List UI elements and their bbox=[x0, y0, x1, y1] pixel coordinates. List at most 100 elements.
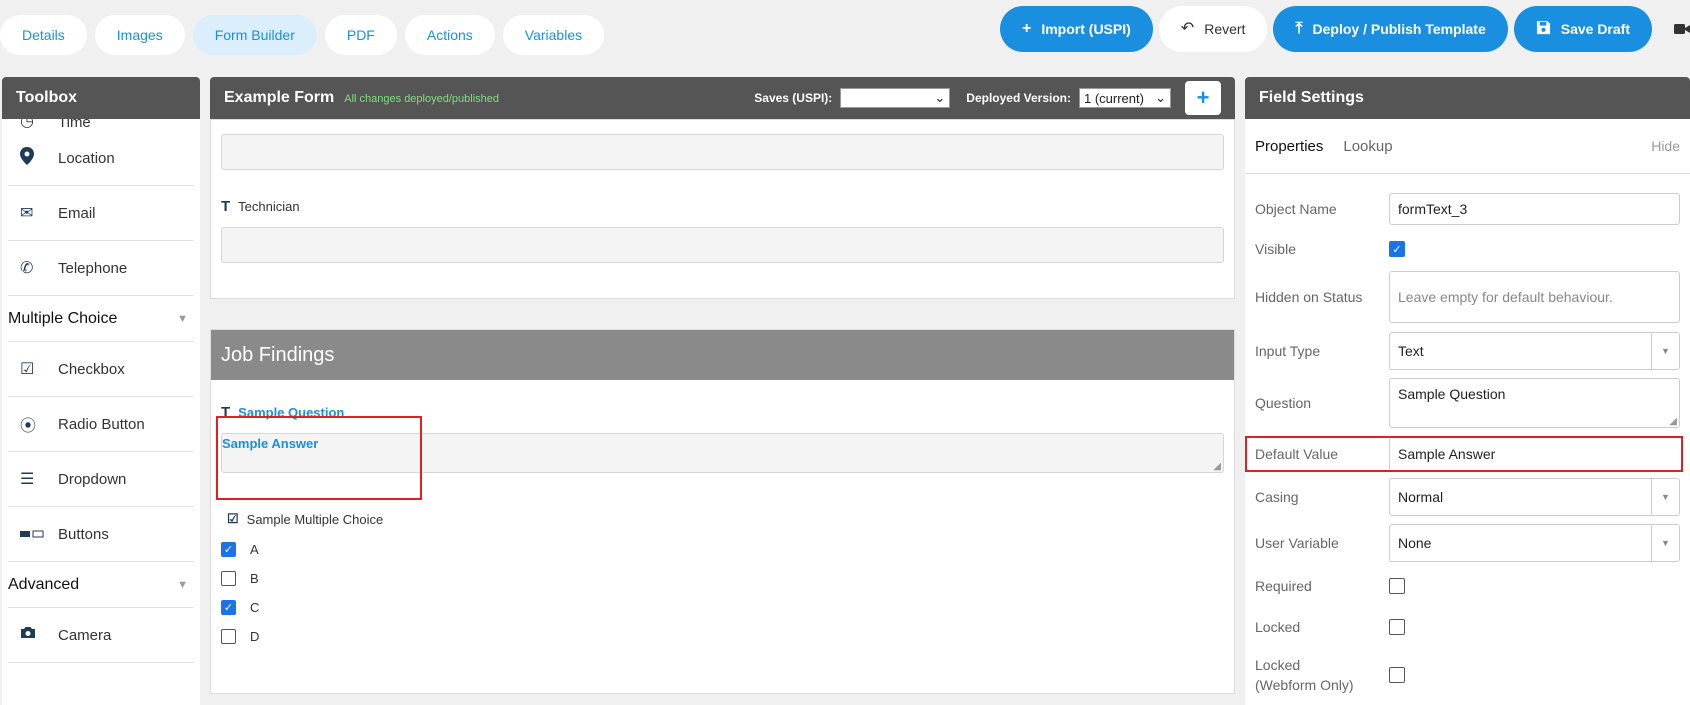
technician-label-text: Technician bbox=[238, 199, 300, 214]
group-label: Multiple Choice bbox=[8, 309, 118, 327]
field-settings-panel: Field Settings Properties Lookup Hide Ob… bbox=[1245, 77, 1690, 705]
object-name-row: Object Name formText_3 bbox=[1245, 187, 1690, 230]
visible-checkbox[interactable]: ✓ bbox=[1389, 241, 1405, 257]
deploy-button[interactable]: ⤒ Deploy / Publish Template bbox=[1273, 6, 1508, 52]
section-title: Job Findings bbox=[211, 330, 1234, 380]
user-variable-select[interactable]: None ▼ bbox=[1389, 524, 1680, 562]
section-body: T Sample Question Sample Answer ◢ ☑ Samp… bbox=[211, 404, 1234, 651]
hidden-status-input[interactable]: Leave empty for default behaviour. bbox=[1389, 271, 1680, 323]
camera-icon[interactable] bbox=[1658, 6, 1690, 52]
tab-variables[interactable]: Variables bbox=[502, 15, 605, 55]
form-header: Example Form All changes deployed/publis… bbox=[210, 77, 1235, 119]
form-section-top: T Technician bbox=[210, 119, 1235, 299]
option-checkbox[interactable] bbox=[221, 629, 236, 644]
option-row[interactable]: ✓ C bbox=[221, 593, 1224, 622]
chevron-down-icon: ⌄ bbox=[1155, 90, 1166, 105]
saves-select[interactable]: ⌄ bbox=[840, 88, 951, 108]
visible-row: Visible ✓ bbox=[1245, 230, 1690, 268]
default-value-row: Default Value Sample Answer bbox=[1245, 436, 1683, 472]
toolbox-item-radio-button[interactable]: ⦿ Radio Button bbox=[8, 397, 194, 452]
settings-title: Field Settings bbox=[1259, 89, 1364, 106]
top-actions: + Import (USPI) ↶ Revert ⤒ Deploy / Publ… bbox=[1000, 6, 1690, 52]
option-row[interactable]: D bbox=[221, 622, 1224, 651]
deploy-label: Deploy / Publish Template bbox=[1312, 21, 1486, 37]
input-type-row: Input Type Text ▼ bbox=[1245, 330, 1690, 372]
toolbox-item-location[interactable]: Location bbox=[8, 131, 194, 186]
import-button[interactable]: + Import (USPI) bbox=[1000, 6, 1153, 52]
import-label: Import (USPI) bbox=[1041, 21, 1131, 37]
object-name-label: Object Name bbox=[1255, 200, 1337, 217]
resize-handle-icon[interactable]: ◢ bbox=[1669, 416, 1677, 427]
casing-select[interactable]: Normal ▼ bbox=[1389, 478, 1680, 516]
toolbox-item-time[interactable]: ◷ Time bbox=[8, 119, 194, 131]
toolbox-item-label: Time bbox=[58, 119, 91, 131]
option-label: D bbox=[250, 629, 260, 644]
question-label: Question bbox=[1255, 395, 1312, 411]
job-findings-section: Job Findings T Sample Question Sample An… bbox=[210, 329, 1235, 694]
add-version-button[interactable]: + bbox=[1185, 81, 1221, 115]
required-label: Required bbox=[1255, 578, 1312, 594]
toolbox-list: ◷ Time Location ✉ Email ✆ Telephone Mult… bbox=[2, 119, 200, 663]
map-pin-icon bbox=[8, 146, 58, 170]
locked-checkbox[interactable] bbox=[1389, 619, 1405, 635]
option-row[interactable]: B bbox=[221, 564, 1224, 593]
tab-actions[interactable]: Actions bbox=[404, 15, 495, 55]
tab-properties[interactable]: Properties bbox=[1255, 138, 1323, 155]
chevron-down-icon: ⌄ bbox=[934, 90, 946, 105]
deployed-value: 1 (current) bbox=[1084, 90, 1144, 106]
toolbox-item-label: Location bbox=[58, 149, 115, 167]
text-field-input[interactable] bbox=[221, 134, 1224, 170]
input-type-select[interactable]: Text ▼ bbox=[1389, 332, 1680, 370]
option-checkbox[interactable]: ✓ bbox=[221, 542, 236, 557]
toolbox-item-email[interactable]: ✉ Email bbox=[8, 186, 194, 241]
caret-down-icon: ▼ bbox=[177, 312, 188, 325]
buttons-icon bbox=[8, 525, 58, 543]
tab-lookup[interactable]: Lookup bbox=[1343, 138, 1392, 155]
resize-handle-icon[interactable]: ◢ bbox=[1213, 461, 1221, 472]
tab-images[interactable]: Images bbox=[94, 15, 185, 55]
text-type-icon: T bbox=[221, 198, 231, 215]
user-variable-row: User Variable None ▼ bbox=[1245, 522, 1690, 564]
deploy-status: All changes deployed/published bbox=[344, 93, 499, 105]
technician-input[interactable] bbox=[221, 227, 1224, 263]
toolbox-item-checkbox[interactable]: ☑ Checkbox bbox=[8, 342, 194, 397]
locked-webform-checkbox[interactable] bbox=[1389, 667, 1405, 683]
revert-button[interactable]: ↶ Revert bbox=[1158, 6, 1268, 52]
toolbox-title: Toolbox bbox=[16, 89, 78, 106]
toolbox-group-advanced[interactable]: Advanced ▼ bbox=[8, 562, 194, 608]
option-checkbox[interactable]: ✓ bbox=[221, 600, 236, 615]
group-label: Advanced bbox=[8, 575, 80, 593]
tab-pdf[interactable]: PDF bbox=[324, 15, 397, 55]
question-row: Question Sample Question ◢ bbox=[1245, 378, 1690, 428]
option-row[interactable]: ✓ A bbox=[221, 535, 1224, 564]
tab-details[interactable]: Details bbox=[0, 15, 87, 55]
selected-field-highlight bbox=[216, 416, 422, 500]
toolbox-item-buttons[interactable]: Buttons bbox=[8, 507, 194, 562]
casing-value: Normal bbox=[1398, 489, 1444, 505]
toolbox-group-multiple-choice[interactable]: Multiple Choice ▼ bbox=[8, 296, 194, 342]
question-textarea[interactable]: Sample Question ◢ bbox=[1389, 378, 1680, 428]
toolbox-item-camera[interactable]: Camera bbox=[8, 608, 194, 663]
object-name-input[interactable]: formText_3 bbox=[1389, 192, 1680, 225]
toolbox-item-label: Telephone bbox=[58, 259, 128, 277]
default-value-input[interactable]: Sample Answer bbox=[1389, 439, 1681, 469]
tab-form-builder[interactable]: Form Builder bbox=[192, 15, 317, 55]
form-title: Example Form bbox=[224, 89, 335, 106]
toolbox-item-label: Buttons bbox=[58, 525, 109, 543]
hide-button[interactable]: Hide bbox=[1651, 138, 1680, 154]
settings-tabs: Properties Lookup Hide bbox=[1245, 119, 1690, 174]
option-label: A bbox=[250, 542, 259, 557]
clock-icon: ◷ bbox=[20, 119, 34, 130]
toolbox-item-telephone[interactable]: ✆ Telephone bbox=[8, 241, 194, 296]
deployed-version-select[interactable]: 1 (current) ⌄ bbox=[1079, 88, 1171, 108]
caret-down-icon: ▼ bbox=[1651, 333, 1679, 369]
required-checkbox[interactable] bbox=[1389, 578, 1405, 594]
option-checkbox[interactable] bbox=[221, 571, 236, 586]
toolbox-panel: Toolbox ◷ Time Location ✉ Email ✆ Teleph… bbox=[2, 77, 200, 705]
undo-icon: ↶ bbox=[1180, 20, 1195, 37]
locked-webform-label: Locked (Webform Only) bbox=[1255, 657, 1354, 693]
toolbox-item-dropdown[interactable]: ☰ Dropdown bbox=[8, 452, 194, 507]
toolbox-item-label: Email bbox=[58, 204, 96, 222]
floppy-disk-icon bbox=[1536, 20, 1551, 39]
save-draft-button[interactable]: Save Draft bbox=[1513, 6, 1652, 52]
